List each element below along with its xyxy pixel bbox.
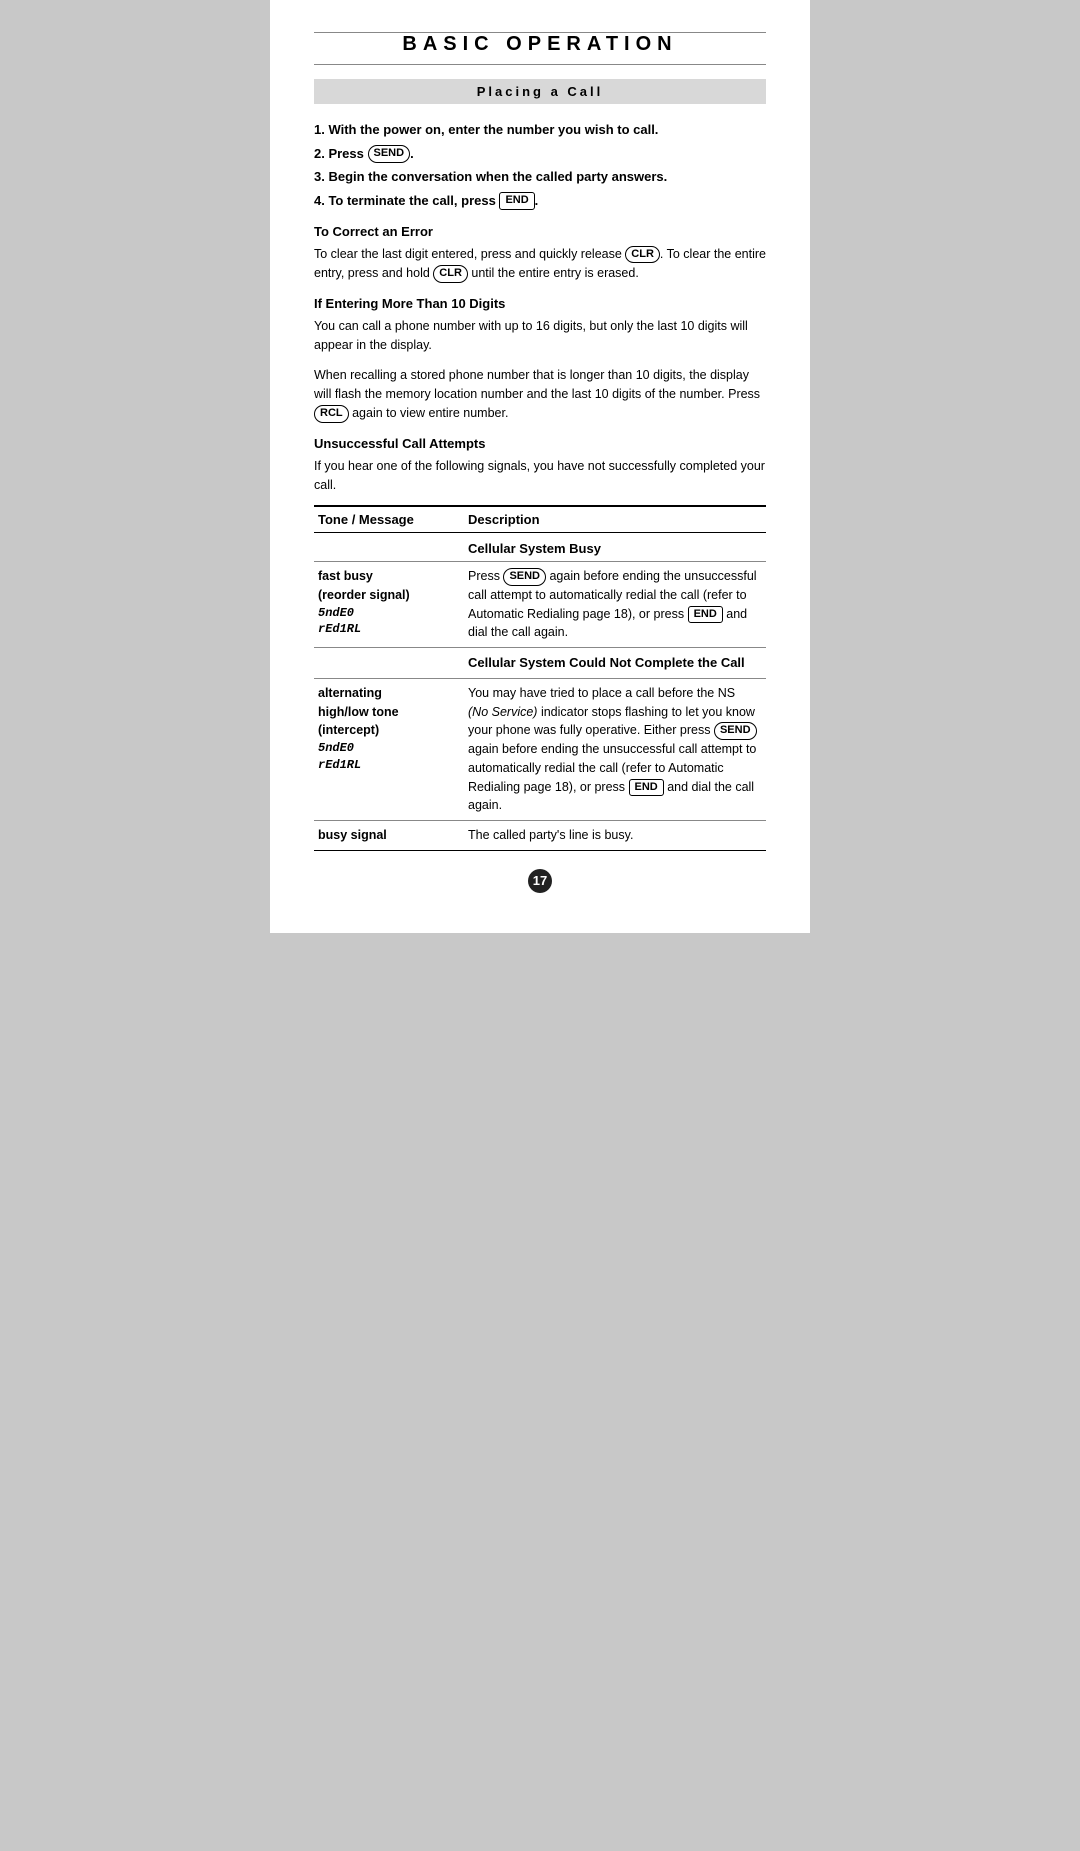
page-number: 17 xyxy=(528,869,552,893)
busy-signal-text: The called party's line is busy. xyxy=(468,828,633,842)
table-row: busy signal The called party's line is b… xyxy=(314,821,766,851)
rcl-key: RCL xyxy=(314,405,349,422)
fast-busy-label: fast busy(reorder signal) xyxy=(318,569,410,602)
correct-error-text: To clear the last digit entered, press a… xyxy=(314,245,766,284)
cell-cellular-busy: Cellular System Busy xyxy=(464,533,766,562)
table-row: fast busy(reorder signal) 5ndE0 rEd1RL P… xyxy=(314,562,766,648)
step4-suffix: . xyxy=(535,193,539,208)
desc-pre: Press xyxy=(468,569,503,583)
cell-cellular-notcomplete: Cellular System Could Not Complete the C… xyxy=(464,648,766,679)
clr-key-2: CLR xyxy=(433,265,468,282)
section-title: Placing a Call xyxy=(477,84,604,99)
lcd-send-1: 5ndE0 xyxy=(318,605,456,622)
page-title: BASIC OPERATION xyxy=(314,33,766,65)
cell-fast-busy-desc: Press SEND again before ending the unsuc… xyxy=(464,562,766,648)
step3-text: 3. Begin the conversation when the calle… xyxy=(314,169,667,184)
steps-list: 1. With the power on, enter the number y… xyxy=(314,120,766,210)
cellular-busy-label: Cellular System Busy xyxy=(468,541,601,556)
busy-signal-label: busy signal xyxy=(318,828,387,842)
cell-empty-2 xyxy=(314,648,464,679)
cell-busy-signal: busy signal xyxy=(314,821,464,851)
no-service-italic: (No Service) xyxy=(468,705,537,719)
cell-alternating-desc: You may have tried to place a call befor… xyxy=(464,678,766,820)
end-badge-table-1: END xyxy=(688,606,723,623)
entering-digits-p1: You can call a phone number with up to 1… xyxy=(314,317,766,356)
cell-empty-1 xyxy=(314,533,464,562)
end-key-badge: END xyxy=(499,192,534,209)
unsuccessful-intro: If you hear one of the following signals… xyxy=(314,457,766,496)
unsuccessful-title: Unsuccessful Call Attempts xyxy=(314,436,766,451)
col2-header: Description xyxy=(464,506,766,533)
clr-key-1: CLR xyxy=(625,246,660,263)
step2-prefix: 2. Press xyxy=(314,146,368,161)
cell-busy-signal-desc: The called party's line is busy. xyxy=(464,821,766,851)
cellular-notcomplete-label: Cellular System Could Not Complete the C… xyxy=(468,655,745,670)
correct-text-post: until the entire entry is erased. xyxy=(468,266,639,280)
table-header-row: Tone / Message Description xyxy=(314,506,766,533)
page: BASIC OPERATION Placing a Call 1. With t… xyxy=(270,0,810,933)
step1-text: 1. With the power on, enter the number y… xyxy=(314,122,658,137)
table-row: Cellular System Could Not Complete the C… xyxy=(314,648,766,679)
lcd-send-2: 5ndE0 xyxy=(318,740,456,757)
table-row: Cellular System Busy xyxy=(314,533,766,562)
step-2: 2. Press SEND. xyxy=(314,144,766,164)
lcd-redial-2: rEd1RL xyxy=(318,757,456,774)
cell-fast-busy: fast busy(reorder signal) 5ndE0 rEd1RL xyxy=(314,562,464,648)
entering-digits-p2: When recalling a stored phone number tha… xyxy=(314,366,766,424)
step-4: 4. To terminate the call, press END. xyxy=(314,191,766,211)
alternating-label: alternatinghigh/low tone(intercept) xyxy=(318,686,399,738)
section-header: Placing a Call xyxy=(314,79,766,104)
send-badge-table-2: SEND xyxy=(714,722,757,739)
send-key-badge: SEND xyxy=(368,145,411,162)
alt-text1: You may have tried to place a call befor… xyxy=(468,686,735,700)
p2-pre: When recalling a stored phone number tha… xyxy=(314,368,760,401)
end-badge-table-2: END xyxy=(629,779,664,796)
step-3: 3. Begin the conversation when the calle… xyxy=(314,167,766,187)
step-1: 1. With the power on, enter the number y… xyxy=(314,120,766,140)
table-row: alternatinghigh/low tone(intercept) 5ndE… xyxy=(314,678,766,820)
p2-post: again to view entire number. xyxy=(349,406,509,420)
col1-header: Tone / Message xyxy=(314,506,464,533)
correct-error-title: To Correct an Error xyxy=(314,224,766,239)
entering-digits-title: If Entering More Than 10 Digits xyxy=(314,296,766,311)
send-badge-table-1: SEND xyxy=(503,568,546,585)
cell-alternating: alternatinghigh/low tone(intercept) 5ndE… xyxy=(314,678,464,820)
correct-text-pre: To clear the last digit entered, press a… xyxy=(314,247,625,261)
step2-suffix: . xyxy=(410,146,414,161)
tones-table: Tone / Message Description Cellular Syst… xyxy=(314,505,766,851)
step4-prefix: 4. To terminate the call, press xyxy=(314,193,499,208)
lcd-redial-1: rEd1RL xyxy=(318,621,456,638)
page-number-container: 17 xyxy=(314,869,766,893)
